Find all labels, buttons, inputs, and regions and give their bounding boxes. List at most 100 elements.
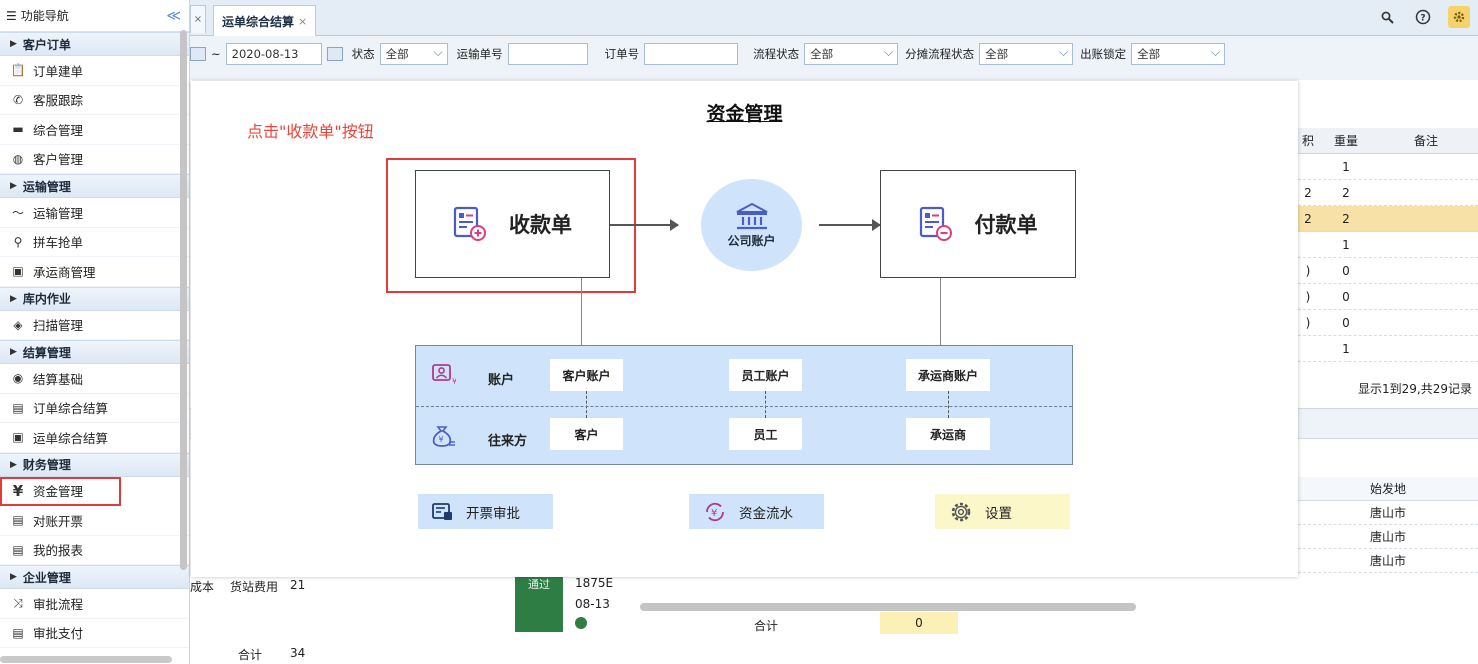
document-icon: ▤ bbox=[12, 513, 24, 528]
tab-close-icon[interactable]: × bbox=[190, 5, 206, 33]
sidebar-header: ☰ 功能导航 ≪ bbox=[0, 0, 189, 32]
table-row[interactable]: 唐山市 bbox=[1298, 525, 1478, 549]
table-row[interactable]: ) 0 bbox=[1298, 284, 1478, 310]
sidebar-item[interactable]: ⤨ 审批流程 bbox=[0, 589, 189, 619]
table-row[interactable]: ) 0 bbox=[1298, 258, 1478, 284]
sum-label: 合计 bbox=[754, 619, 779, 633]
expand-triangle-icon: ▶ bbox=[10, 181, 17, 191]
tab-waybill-settlement[interactable]: 运单综合结算 × bbox=[213, 5, 317, 36]
cube-icon: ◈ bbox=[13, 317, 23, 332]
sidebar-item-label: 资金管理 bbox=[33, 484, 84, 500]
table-row[interactable]: 1 bbox=[1298, 154, 1478, 180]
table-row[interactable]: 22 bbox=[1298, 180, 1478, 206]
table-row[interactable]: 22 bbox=[1298, 206, 1478, 232]
table-row[interactable]: ) 0 bbox=[1298, 310, 1478, 336]
tab-bar: × 运单综合结算 × ? bbox=[190, 0, 1478, 36]
sidebar-item[interactable]: ▤ 我的报表 bbox=[0, 536, 189, 565]
sidebar-item[interactable]: 📋 订单建单 bbox=[0, 56, 189, 86]
end-date-input[interactable]: 2020-08-13 bbox=[225, 43, 322, 65]
sidebar-item-label: 综合管理 bbox=[33, 122, 84, 138]
sidebar-item[interactable]: ◈ 扫描管理 bbox=[0, 311, 189, 340]
waybill-number-label: 运输单号 bbox=[456, 47, 503, 61]
carrier-chip[interactable]: 承运商 bbox=[906, 418, 990, 450]
sidebar-section[interactable]: ▶ 库内作业 bbox=[0, 286, 189, 311]
sidebar-item[interactable]: ◉ 结算基础 bbox=[0, 364, 189, 394]
calendar-icon[interactable] bbox=[190, 47, 206, 61]
link-tick bbox=[765, 391, 766, 418]
money-bag-icon: ¥ bbox=[432, 426, 455, 447]
payment-label: 付款单 bbox=[974, 213, 1038, 237]
settings-icon[interactable] bbox=[1448, 6, 1470, 28]
user-icon: ◍ bbox=[12, 151, 24, 166]
account-icon: ¥ bbox=[432, 364, 456, 386]
settings-button[interactable]: 设置 bbox=[935, 494, 1070, 529]
sidebar-section[interactable]: ▶ 客户订单 bbox=[0, 32, 189, 56]
cash-flow-button[interactable]: ¥ 资金流水 bbox=[689, 494, 824, 529]
gear-icon bbox=[951, 502, 971, 521]
table-row[interactable]: 1 bbox=[1298, 336, 1478, 362]
sidebar-item[interactable]: ▤ 对账开票 bbox=[0, 506, 189, 536]
table-row[interactable]: 唐山市 bbox=[1298, 501, 1478, 525]
payment-button[interactable]: 付款单 bbox=[880, 170, 1076, 278]
table-cell: 2 bbox=[1342, 211, 1350, 226]
sidebar-item-label: 扫描管理 bbox=[33, 318, 84, 334]
invoice-approval-label: 开票审批 bbox=[466, 505, 520, 522]
connector-line bbox=[581, 278, 582, 345]
sidebar-item-label: 结算基础 bbox=[33, 371, 84, 387]
status-label: 状态 bbox=[351, 47, 375, 61]
receipt-button[interactable]: 收款单 bbox=[415, 170, 610, 278]
svg-text:?: ? bbox=[1420, 14, 1425, 24]
company-account-node[interactable]: 公司账户 bbox=[701, 179, 802, 271]
table-row[interactable]: 唐山市 bbox=[1298, 549, 1478, 573]
sidebar-item[interactable]: 〜运输管理 bbox=[0, 198, 189, 228]
expand-triangle-icon: ▶ bbox=[10, 572, 17, 582]
grid-header-cell: 重量 bbox=[1333, 134, 1358, 148]
sidebar-item[interactable]: ¥ 资金管理 bbox=[0, 476, 121, 506]
collapse-sidebar-icon[interactable]: ≪ bbox=[166, 8, 181, 24]
eye-icon: ◉ bbox=[12, 371, 24, 386]
sidebar-item[interactable]: ✆ 客服跟踪 bbox=[0, 86, 189, 115]
waybill-number-input[interactable] bbox=[507, 43, 588, 65]
help-icon[interactable]: ? bbox=[1412, 6, 1434, 28]
route-icon: 〜 bbox=[11, 205, 24, 220]
status-select[interactable]: 全部 bbox=[379, 43, 448, 65]
flow-status-select[interactable]: 全部 bbox=[804, 43, 899, 65]
sidebar-item[interactable]: ⚲ 拼车抢单 bbox=[0, 228, 189, 257]
alloc-status-label: 分摊流程状态 bbox=[905, 47, 975, 61]
sidebar-item-label: 对账开票 bbox=[33, 513, 84, 529]
sidebar-item[interactable]: ▤ 审批支付 bbox=[0, 619, 189, 648]
sidebar-section[interactable]: ▶ 运输管理 bbox=[0, 174, 189, 198]
customer-account-chip[interactable]: 客户账户 bbox=[550, 359, 623, 391]
calendar-icon[interactable] bbox=[326, 47, 343, 61]
carrier-account-chip[interactable]: 承运商账户 bbox=[906, 359, 990, 391]
cash-flow-label: 资金流水 bbox=[739, 505, 793, 522]
order-number-label: 订单号 bbox=[604, 47, 640, 61]
search-icon[interactable] bbox=[1376, 6, 1398, 28]
sidebar-item[interactable]: ▣ 运单综合结算 bbox=[0, 423, 189, 453]
sidebar-item[interactable]: ◍ 客户管理 bbox=[0, 145, 189, 174]
sidebar-section[interactable]: ▶ 财务管理 bbox=[0, 452, 189, 477]
employee-chip[interactable]: 员工 bbox=[729, 418, 802, 450]
sidebar-item[interactable]: ▬ 综合管理 bbox=[0, 115, 189, 145]
svg-text:¥: ¥ bbox=[439, 435, 444, 444]
employee-account-chip[interactable]: 员工账户 bbox=[729, 359, 802, 391]
sidebar-section[interactable]: ▶ 企业管理 bbox=[0, 565, 189, 589]
order-number-input[interactable] bbox=[644, 43, 739, 65]
sidebar-section[interactable]: ▶ 结算管理 bbox=[0, 340, 189, 364]
sidebar-item-label: 订单建单 bbox=[33, 63, 84, 79]
sidebar-item[interactable]: ▤ 订单综合结算 bbox=[0, 394, 189, 423]
table-cell: 2 bbox=[1342, 185, 1350, 200]
customer-chip[interactable]: 客户 bbox=[550, 418, 623, 450]
invoice-icon bbox=[432, 502, 452, 520]
table-row[interactable]: 1 bbox=[1298, 232, 1478, 258]
sidebar-horizontal-scrollbar[interactable] bbox=[0, 656, 172, 663]
account-lock-label: 出账锁定 bbox=[1080, 47, 1127, 61]
sidebar-item[interactable]: ▣ 承运商管理 bbox=[0, 257, 189, 287]
invoice-approval-button[interactable]: 开票审批 bbox=[418, 494, 553, 529]
card-icon: ▬ bbox=[12, 122, 24, 137]
alloc-status-select[interactable]: 全部 bbox=[979, 43, 1074, 65]
horizontal-scrollbar[interactable] bbox=[640, 603, 1136, 611]
close-tab-icon[interactable]: × bbox=[298, 15, 307, 28]
sidebar-scrollbar[interactable] bbox=[180, 30, 187, 570]
account-lock-select[interactable]: 全部 bbox=[1131, 43, 1226, 65]
